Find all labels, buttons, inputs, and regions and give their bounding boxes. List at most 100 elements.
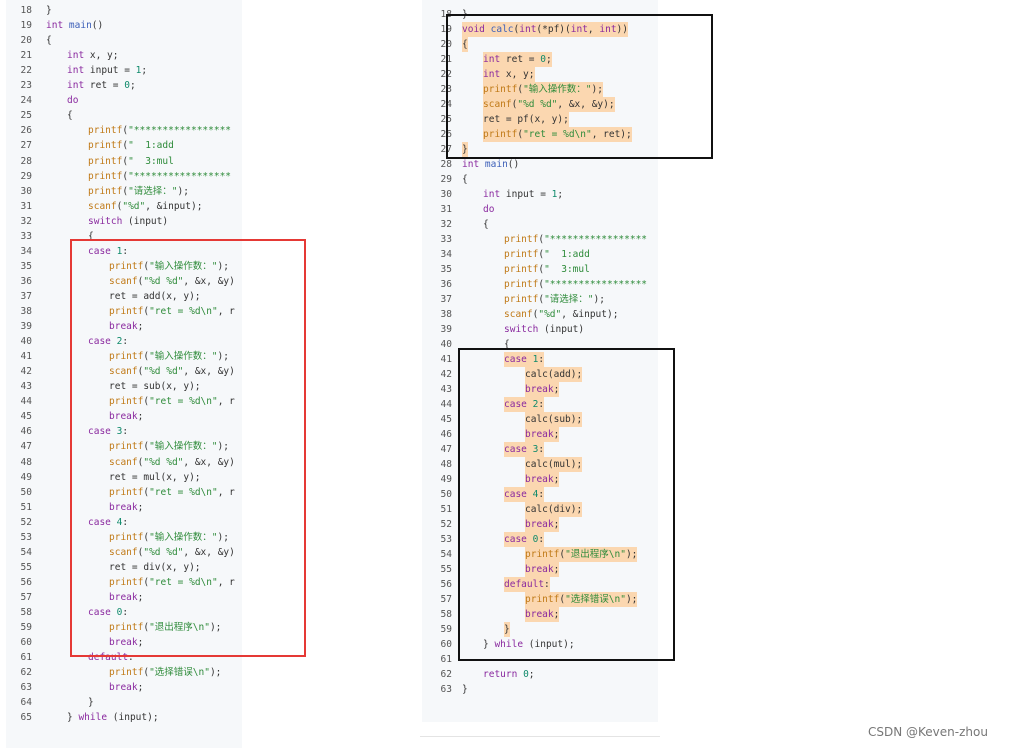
code-text: switch (input) <box>88 215 169 227</box>
code-line: 44 printf("ret = %d\n", r <box>6 394 242 409</box>
code-line: 61 <box>422 652 658 667</box>
line-number: 45 <box>440 414 452 425</box>
line-number: 33 <box>20 230 32 242</box>
code-line: 52 case 4: <box>6 515 242 530</box>
code-line: 33 printf("***************** <box>422 232 658 247</box>
code-line: 64} <box>6 695 242 710</box>
code-line: 30 printf("请选择："); <box>6 184 242 199</box>
line-number: 33 <box>440 234 452 245</box>
code-line: 31 scanf("%d", &input); <box>6 199 242 214</box>
line-number: 47 <box>20 441 32 453</box>
line-number: 40 <box>20 336 32 348</box>
code-line: 53 case 0: <box>422 532 658 547</box>
line-number: 35 <box>20 260 32 272</box>
code-text: printf("***************** <box>504 234 648 245</box>
code-line: 60 break; <box>6 635 242 650</box>
code-text: } <box>462 9 468 20</box>
code-line: 22 int input = 1; <box>6 63 242 78</box>
code-text: scanf("%d", &input); <box>88 200 203 212</box>
line-number: 24 <box>440 99 452 110</box>
line-number: 44 <box>20 396 32 408</box>
code-text: break; <box>525 607 560 622</box>
line-number: 25 <box>20 110 32 122</box>
code-line: 27} <box>422 142 658 157</box>
line-number: 59 <box>440 624 452 635</box>
code-text: int main() <box>462 159 520 170</box>
code-text: ret = add(x, y); <box>109 290 201 302</box>
code-line: 27 printf(" 1:add <box>6 138 242 153</box>
line-number: 62 <box>440 669 452 680</box>
code-text: break; <box>525 427 560 442</box>
line-number: 56 <box>440 579 452 590</box>
code-text: int input = 1; <box>483 189 564 200</box>
line-number: 39 <box>440 324 452 335</box>
code-text: printf("***************** <box>88 125 232 137</box>
line-number: 60 <box>440 639 452 650</box>
line-number: 60 <box>20 637 32 649</box>
line-number: 36 <box>20 275 32 287</box>
code-text: scanf("%d %d", &x, &y); <box>483 97 615 112</box>
code-text: printf("输入操作数："); <box>109 441 229 453</box>
code-text: calc(sub); <box>525 412 583 427</box>
code-text: printf("退出程序\n"); <box>109 622 222 634</box>
code-text: case 1: <box>88 245 129 257</box>
code-line: 31 do <box>422 202 658 217</box>
code-text: break; <box>109 411 144 423</box>
code-line: 36 scanf("%d %d", &x, &y) <box>6 274 242 289</box>
line-number: 32 <box>20 215 32 227</box>
code-text: } <box>88 697 94 709</box>
line-number: 63 <box>440 684 452 695</box>
code-line: 41 printf("输入操作数："); <box>6 349 242 364</box>
code-text: calc(mul); <box>525 457 583 472</box>
line-number: 27 <box>20 140 32 152</box>
line-number: 31 <box>20 200 32 212</box>
code-line: 32 switch (input) <box>6 214 242 229</box>
code-line: 22 int x, y; <box>422 67 658 82</box>
code-text: { <box>483 219 489 230</box>
line-number: 42 <box>440 369 452 380</box>
line-number: 53 <box>440 534 452 545</box>
code-text: do <box>483 204 495 215</box>
code-line: 57 break; <box>6 590 242 605</box>
code-text: case 4: <box>88 516 129 528</box>
code-line: 26 printf("***************** <box>6 123 242 138</box>
code-text: return 0; <box>483 669 535 680</box>
code-line: 53 printf("输入操作数："); <box>6 530 242 545</box>
line-number: 23 <box>20 80 32 92</box>
code-line: 52 break; <box>422 517 658 532</box>
code-text: printf("ret = %d\n", ret); <box>483 127 632 142</box>
code-line: 24 scanf("%d %d", &x, &y); <box>422 97 658 112</box>
line-number: 65 <box>20 712 32 724</box>
code-text: case 3: <box>504 442 545 457</box>
code-text: calc(div); <box>525 502 583 517</box>
code-line: 28 int main() <box>422 157 658 172</box>
code-line: 28 printf(" 3:mul <box>6 154 242 169</box>
line-number: 29 <box>440 174 452 185</box>
code-text: { <box>462 37 468 52</box>
code-text: scanf("%d %d", &x, &y) <box>109 546 235 558</box>
code-line: 57 printf("选择错误\n"); <box>422 592 658 607</box>
code-line: 44 case 2: <box>422 397 658 412</box>
code-line: 45 break; <box>6 409 242 424</box>
code-text: int ret = 0; <box>483 52 552 67</box>
code-text: } <box>462 684 468 695</box>
code-text: printf("输入操作数："); <box>109 351 229 363</box>
code-text: } <box>504 622 510 637</box>
line-number: 38 <box>440 309 452 320</box>
line-number: 26 <box>20 125 32 137</box>
line-number: 58 <box>20 607 32 618</box>
line-number: 46 <box>20 426 32 438</box>
code-text: } while (input); <box>483 639 575 650</box>
code-text: printf(" 1:add <box>504 249 590 260</box>
line-number: 25 <box>440 114 452 125</box>
code-line: 37 printf("请选择："); <box>422 292 658 307</box>
code-line: 54 scanf("%d %d", &x, &y) <box>6 545 242 560</box>
code-line: 21 int ret = 0; <box>422 52 658 67</box>
line-number: 36 <box>440 279 452 290</box>
line-number: 50 <box>440 489 452 500</box>
code-text: break; <box>525 382 560 397</box>
line-number: 18 <box>20 5 32 16</box>
line-number: 57 <box>440 594 452 605</box>
code-line: 19 int main() <box>6 18 242 33</box>
code-line: 63 break; <box>6 680 242 695</box>
